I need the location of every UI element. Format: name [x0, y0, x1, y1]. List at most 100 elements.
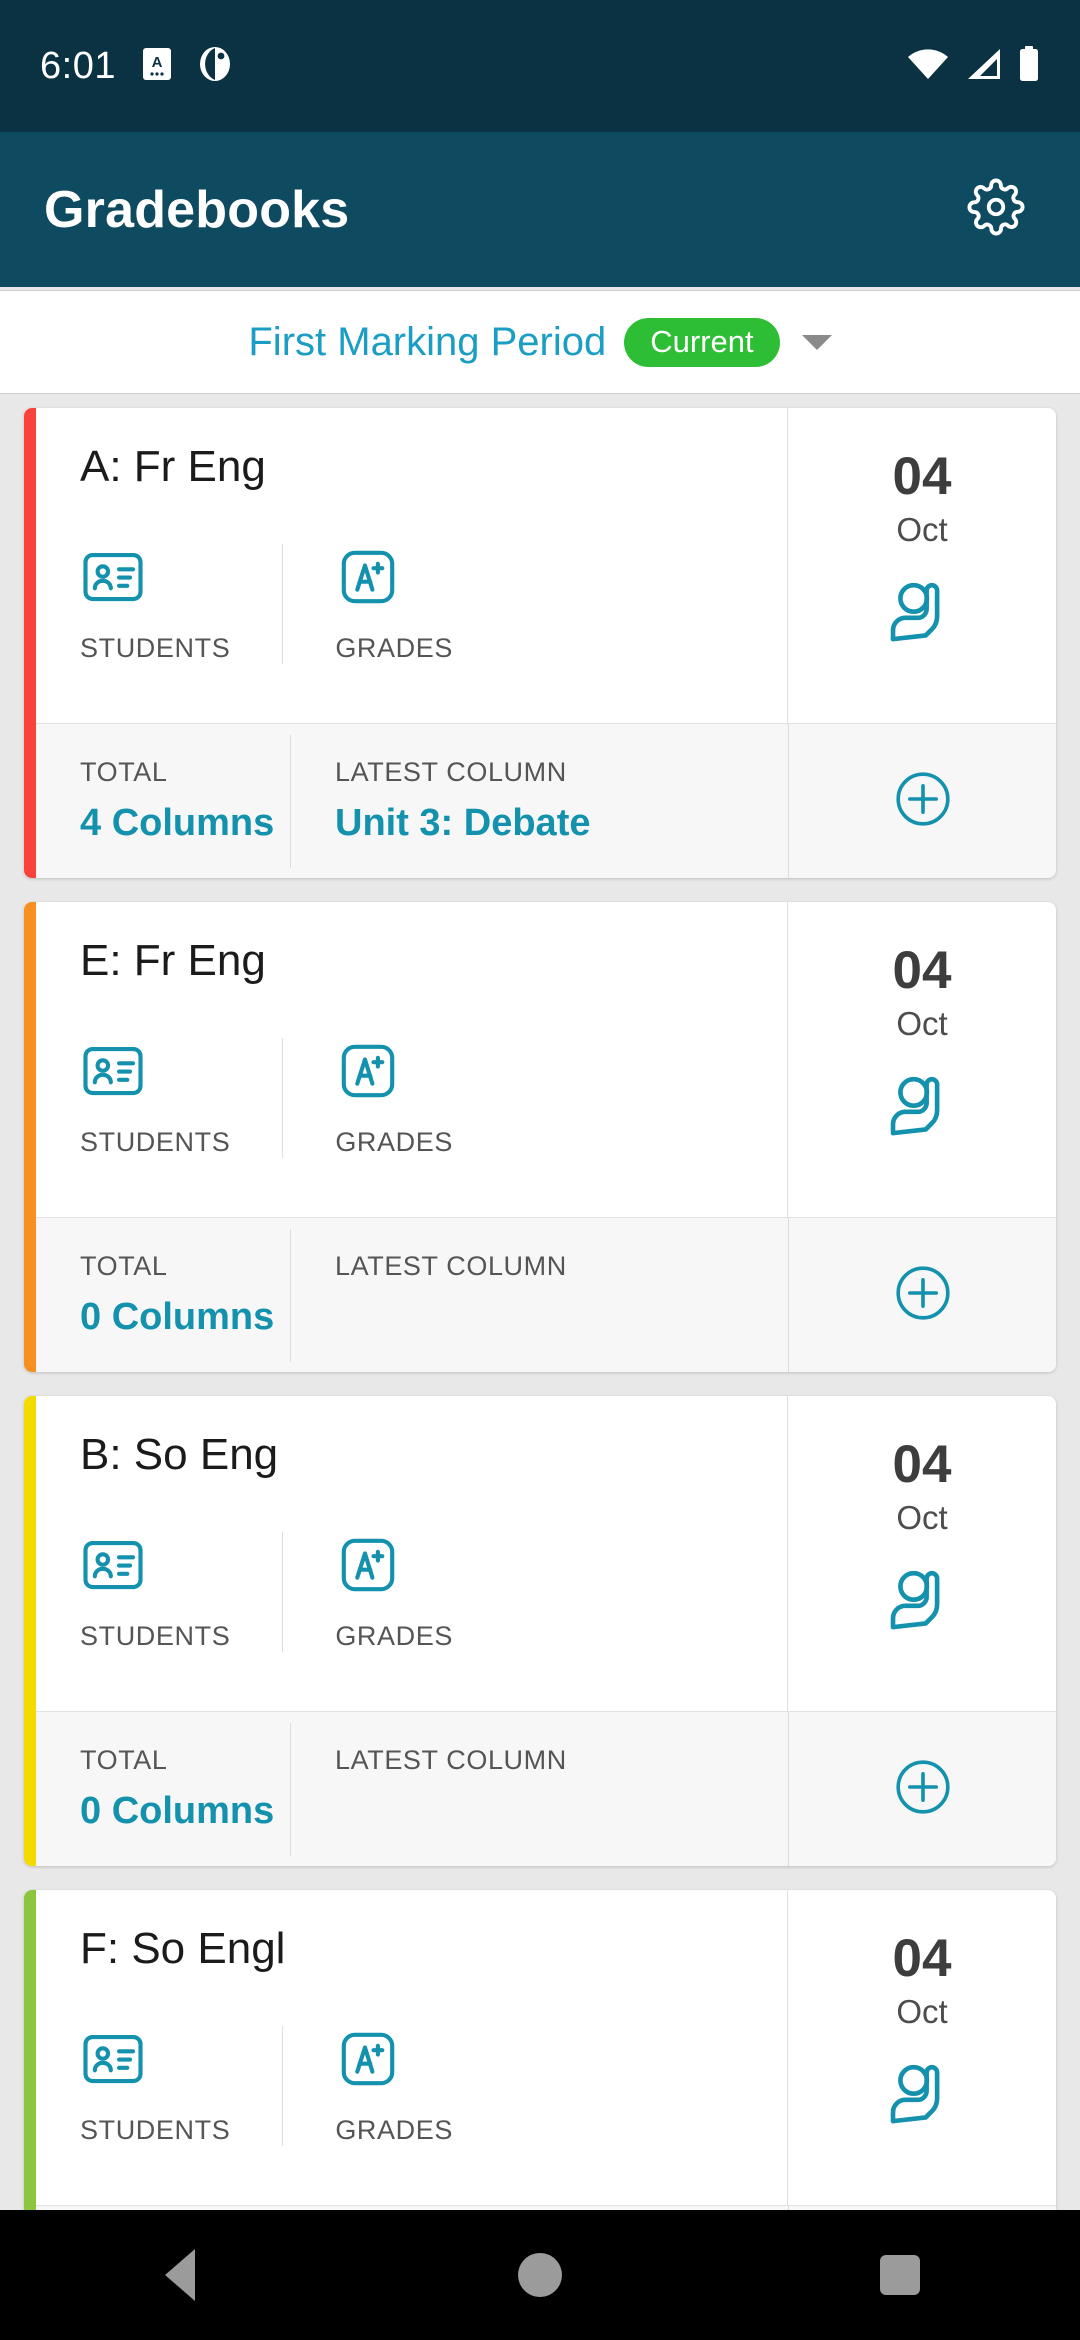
grades-label: GRADES [335, 2115, 453, 2145]
gradebook-card-inner[interactable]: E: Fr Eng STUDENTS GRADES 04 Oct TOTAL 0… [24, 902, 1056, 1372]
a-plus-icon [335, 1532, 401, 1603]
add-column-button[interactable] [788, 2206, 1056, 2210]
plus-circle-icon [892, 1262, 954, 1329]
marking-period-selector[interactable]: First Marking Period Current [0, 290, 1080, 394]
gradebook-card-top: B: So Eng STUDENTS GRADES 04 Oct [36, 1396, 1056, 1711]
status-bar-left: 6:01 A [40, 45, 232, 88]
card-actions: STUDENTS GRADES [80, 1532, 787, 1652]
latest-column-value [335, 1296, 788, 1340]
gear-icon [967, 178, 1025, 241]
course-accent-bar [24, 1890, 36, 2210]
add-column-button[interactable] [788, 1218, 1056, 1372]
date-month: Oct [896, 1005, 948, 1042]
date-day: 04 [892, 941, 952, 1000]
svg-text:A: A [152, 54, 163, 71]
gradebook-card[interactable]: E: Fr Eng STUDENTS GRADES 04 Oct TOTAL 0… [0, 902, 1080, 1396]
gradebook-card-main: E: Fr Eng STUDENTS GRADES [36, 902, 788, 1217]
gradebook-list[interactable]: A: Fr Eng STUDENTS GRADES 04 Oct TOTAL 4… [0, 394, 1080, 2210]
recents-icon [880, 2255, 920, 2295]
grades-label: GRADES [335, 1621, 453, 1651]
latest-column-label: LATEST COLUMN [335, 1744, 567, 1775]
gradebook-card-top: F: So Engl STUDENTS GRADES 04 Oct [36, 1890, 1056, 2205]
students-action[interactable]: STUDENTS [80, 1532, 282, 1652]
page-title: Gradebooks [44, 180, 350, 239]
date-day: 04 [892, 1929, 952, 1988]
gradebook-card-inner[interactable]: B: So Eng STUDENTS GRADES 04 Oct TOTAL 0… [24, 1396, 1056, 1866]
gradebook-card-body: E: Fr Eng STUDENTS GRADES 04 Oct TOTAL 0… [36, 902, 1056, 1372]
cellular-icon [964, 47, 1004, 86]
phone-screen: 6:01 A Gradebooks First Marking Period C… [0, 0, 1080, 2340]
gradebook-card-body: F: So Engl STUDENTS GRADES 04 Oct [36, 1890, 1056, 2210]
date-month: Oct [896, 511, 948, 548]
course-accent-bar [24, 1396, 36, 1866]
raised-hand-icon [885, 1069, 959, 1148]
latest-column-value [335, 1790, 788, 1834]
current-badge: Current [624, 317, 780, 367]
a-plus-icon [335, 1038, 401, 1109]
latest-column-label: LATEST COLUMN [335, 756, 567, 787]
gradebook-card-inner[interactable]: A: Fr Eng STUDENTS GRADES 04 Oct TOTAL 4… [24, 408, 1056, 878]
a-plus-icon [335, 2026, 401, 2097]
home-icon [518, 2253, 562, 2297]
total-columns-cell: TOTAL 0 Columns [36, 1229, 290, 1362]
latest-column-cell: LATEST COLUMN [290, 1228, 788, 1362]
add-column-button[interactable] [788, 1712, 1056, 1866]
total-columns-cell: TOTAL 0 Columns [36, 1723, 290, 1856]
status-bar-right [906, 45, 1040, 87]
attendance-column[interactable]: 04 Oct [788, 408, 1056, 723]
gradebook-card-inner[interactable]: F: So Engl STUDENTS GRADES 04 Oct [24, 1890, 1056, 2210]
home-button[interactable] [480, 2215, 600, 2335]
gradebook-card-footer: TOTAL 4 Columns LATEST COLUMN Unit 3: De… [36, 723, 1056, 878]
latest-column-cell: LATEST COLUMN Unit 3: Debate [290, 734, 788, 868]
gradebook-card-footer: TOTAL 0 Columns LATEST COLUMN [36, 1217, 1056, 1372]
gradebook-card-main: F: So Engl STUDENTS GRADES [36, 1890, 788, 2205]
gradebook-card[interactable]: F: So Engl STUDENTS GRADES 04 Oct [0, 1890, 1080, 2210]
a-plus-icon [335, 544, 401, 615]
gradebook-card[interactable]: A: Fr Eng STUDENTS GRADES 04 Oct TOTAL 4… [0, 408, 1080, 902]
date-day: 04 [892, 1435, 952, 1494]
students-action[interactable]: STUDENTS [80, 2026, 282, 2146]
grades-action[interactable]: GRADES [282, 1532, 453, 1652]
grades-label: GRADES [335, 1127, 453, 1157]
back-button[interactable] [120, 2215, 240, 2335]
back-icon [165, 2249, 195, 2301]
status-bar: 6:01 A [0, 0, 1080, 132]
course-title: B: So Eng [80, 1430, 279, 1479]
attendance-column[interactable]: 04 Oct [788, 902, 1056, 1217]
grades-action[interactable]: GRADES [282, 544, 453, 664]
students-label: STUDENTS [80, 1621, 231, 1651]
course-title: F: So Engl [80, 1924, 286, 1973]
course-accent-bar [24, 902, 36, 1372]
marking-period-label: First Marking Period [248, 319, 607, 364]
students-action[interactable]: STUDENTS [80, 544, 282, 664]
status-time: 6:01 [40, 44, 116, 87]
grades-action[interactable]: GRADES [282, 2026, 453, 2146]
settings-button[interactable] [956, 170, 1036, 250]
attendance-column[interactable]: 04 Oct [788, 1396, 1056, 1711]
gradebook-card-body: B: So Eng STUDENTS GRADES 04 Oct TOTAL 0… [36, 1396, 1056, 1866]
total-label: TOTAL [80, 1744, 168, 1775]
gradebook-card[interactable]: B: So Eng STUDENTS GRADES 04 Oct TOTAL 0… [0, 1396, 1080, 1890]
id-card-icon [80, 1532, 146, 1603]
students-label: STUDENTS [80, 633, 231, 663]
total-value: 4 Columns [80, 801, 275, 844]
gradebook-card-footer: TOTAL 0 Columns LATEST COLUMN [36, 1711, 1056, 1866]
students-action[interactable]: STUDENTS [80, 1038, 282, 1158]
date-month: Oct [896, 1499, 948, 1536]
date-day: 04 [892, 447, 952, 506]
grades-label: GRADES [335, 633, 453, 663]
total-value: 0 Columns [80, 1789, 275, 1832]
latest-column-cell: LATEST COLUMN [290, 1722, 788, 1856]
course-title: E: Fr Eng [80, 936, 266, 985]
add-column-button[interactable] [788, 724, 1056, 878]
total-label: TOTAL [80, 756, 168, 787]
course-title: A: Fr Eng [80, 442, 266, 491]
attendance-column[interactable]: 04 Oct [788, 1890, 1056, 2205]
android-nav-bar [0, 2210, 1080, 2340]
gradebook-card-footer: TOTAL LATEST COLUMN [36, 2205, 1056, 2210]
grades-action[interactable]: GRADES [282, 1038, 453, 1158]
total-value: 0 Columns [80, 1295, 275, 1338]
plus-circle-icon [892, 1756, 954, 1823]
students-label: STUDENTS [80, 2115, 231, 2145]
recents-button[interactable] [840, 2215, 960, 2335]
